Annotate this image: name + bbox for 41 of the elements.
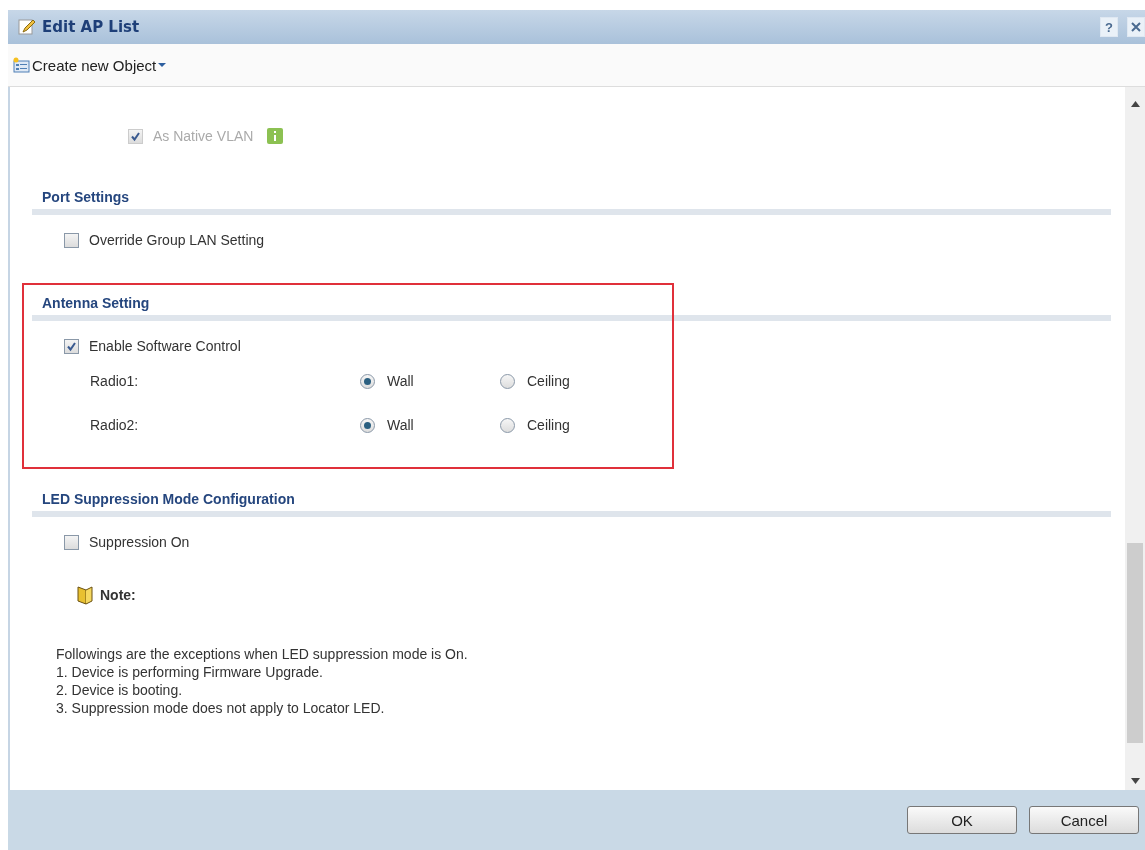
- radio-button[interactable]: [500, 373, 515, 389]
- note-book-icon: [76, 585, 94, 605]
- radio-button[interactable]: [360, 373, 375, 389]
- section-heading: LED Suppression Mode Configuration: [41, 490, 296, 509]
- note-title: Note:: [100, 587, 136, 603]
- radio-button[interactable]: [500, 417, 515, 433]
- radio-label: Wall: [387, 417, 414, 433]
- close-icon: [1131, 22, 1141, 32]
- window-title: Edit AP List: [42, 18, 140, 36]
- checkbox-label: Suppression On: [89, 534, 190, 550]
- down-arrow-icon[interactable]: [1130, 778, 1140, 784]
- list-icon: [12, 57, 30, 73]
- info-icon: [267, 128, 284, 144]
- ok-button[interactable]: OK: [907, 806, 1017, 834]
- caret-icon: [158, 62, 167, 68]
- radio-label: Ceiling: [527, 417, 570, 433]
- pencil-icon: [18, 18, 36, 36]
- section-heading: Antenna Setting: [41, 294, 151, 313]
- checkbox[interactable]: [64, 232, 79, 248]
- help-button[interactable]: ?: [1100, 17, 1118, 37]
- field-label: Radio1:: [90, 373, 140, 389]
- checkbox-label: As Native VLAN: [153, 128, 254, 144]
- note-text: 2. Device is booting.: [56, 681, 184, 699]
- radio-button[interactable]: [360, 417, 375, 433]
- checkbox-label: Enable Software Control: [89, 338, 241, 354]
- checkbox-label: Override Group LAN Setting: [89, 232, 265, 248]
- checkbox[interactable]: [64, 338, 79, 354]
- scrollbar-thumb[interactable]: [1127, 543, 1143, 743]
- section-heading: Port Settings: [41, 188, 131, 207]
- radio-label: Wall: [387, 373, 414, 389]
- note-text: 1. Device is performing Firmware Upgrade.: [56, 663, 324, 681]
- field-label: Radio2:: [90, 417, 140, 433]
- cancel-button[interactable]: Cancel: [1029, 806, 1139, 834]
- note-text: Followings are the exceptions when LED suppression mode is On.: [56, 645, 469, 663]
- create-object-menu[interactable]: Create new Object: [12, 56, 167, 74]
- scrollbar[interactable]: [1125, 87, 1145, 790]
- radio-label: Ceiling: [527, 373, 570, 389]
- close-button[interactable]: [1127, 17, 1145, 37]
- checkbox[interactable]: [64, 534, 79, 550]
- up-arrow-icon[interactable]: [1130, 101, 1140, 107]
- note-text: 3. Suppression mode does not apply to Locator LED.: [56, 699, 386, 717]
